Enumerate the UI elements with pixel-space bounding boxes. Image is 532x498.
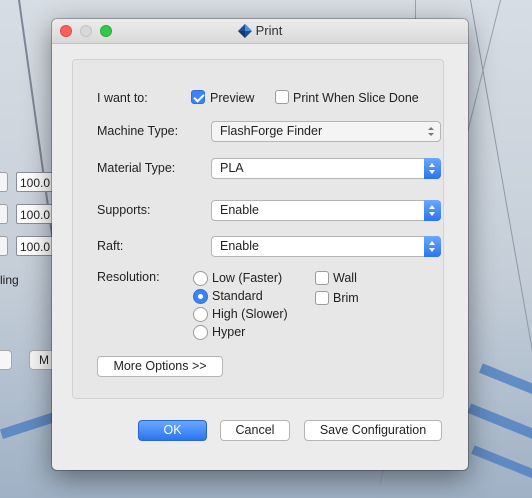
bg-scale-field[interactable]: 100.0 [16, 204, 56, 224]
machine-type-label: Machine Type: [97, 124, 179, 138]
bg-button[interactable] [0, 350, 12, 370]
raft-label: Raft: [97, 239, 124, 253]
preview-label[interactable]: Preview [210, 91, 254, 105]
material-type-select[interactable]: PLA [211, 158, 441, 179]
chevron-updown-icon [424, 200, 441, 221]
flashprint-logo-icon [237, 22, 252, 46]
material-type-value: PLA [220, 161, 244, 175]
resolution-label: Resolution: [97, 270, 160, 284]
bg-stepper[interactable] [0, 204, 8, 224]
supports-label: Supports: [97, 203, 151, 217]
raft-select[interactable]: Enable [211, 236, 441, 257]
ok-button[interactable]: OK [138, 420, 207, 441]
brim-label[interactable]: Brim [333, 291, 359, 305]
preview-checkbox[interactable] [191, 90, 205, 104]
resolution-radio-low[interactable] [193, 271, 208, 286]
brim-checkbox[interactable] [315, 291, 329, 305]
bg-scaling-label: ling [0, 273, 19, 287]
resolution-radio-hyper[interactable] [193, 325, 208, 340]
supports-value: Enable [220, 203, 259, 217]
resolution-radio-high[interactable] [193, 307, 208, 322]
window-title-text: Print [255, 23, 283, 38]
print-settings-group: I want to: Preview Print When Slice Done… [72, 59, 444, 399]
window-title: Print [52, 19, 468, 43]
machine-type-select[interactable]: FlashForge Finder [211, 121, 441, 142]
bg-scale-field[interactable]: 100.0 [16, 172, 56, 192]
raft-value: Enable [220, 239, 259, 253]
resolution-option-hyper[interactable]: Hyper [212, 325, 245, 339]
resolution-option-standard[interactable]: Standard [212, 289, 263, 303]
bg-stepper[interactable] [0, 236, 8, 256]
cancel-button[interactable]: Cancel [220, 420, 290, 441]
more-options-button[interactable]: More Options >> [97, 356, 223, 377]
bg-scale-field[interactable]: 100.0 [16, 236, 56, 256]
machine-type-value: FlashForge Finder [220, 124, 323, 138]
resolution-radio-standard[interactable] [193, 289, 208, 304]
wall-label[interactable]: Wall [333, 271, 357, 285]
wall-checkbox[interactable] [315, 271, 329, 285]
chevron-updown-icon [424, 158, 441, 179]
want-label: I want to: [97, 91, 148, 105]
chevron-updown-icon [424, 122, 438, 141]
print-when-done-label[interactable]: Print When Slice Done [293, 91, 419, 105]
resolution-option-high[interactable]: High (Slower) [212, 307, 288, 321]
material-type-label: Material Type: [97, 161, 176, 175]
print-when-done-checkbox[interactable] [275, 90, 289, 104]
bg-stepper[interactable] [0, 172, 8, 192]
save-configuration-button[interactable]: Save Configuration [304, 420, 442, 441]
print-dialog: Print I want to: Preview Print When Slic… [52, 19, 468, 470]
title-bar[interactable]: Print [52, 19, 468, 44]
supports-select[interactable]: Enable [211, 200, 441, 221]
chevron-updown-icon [424, 236, 441, 257]
resolution-option-low[interactable]: Low (Faster) [212, 271, 282, 285]
